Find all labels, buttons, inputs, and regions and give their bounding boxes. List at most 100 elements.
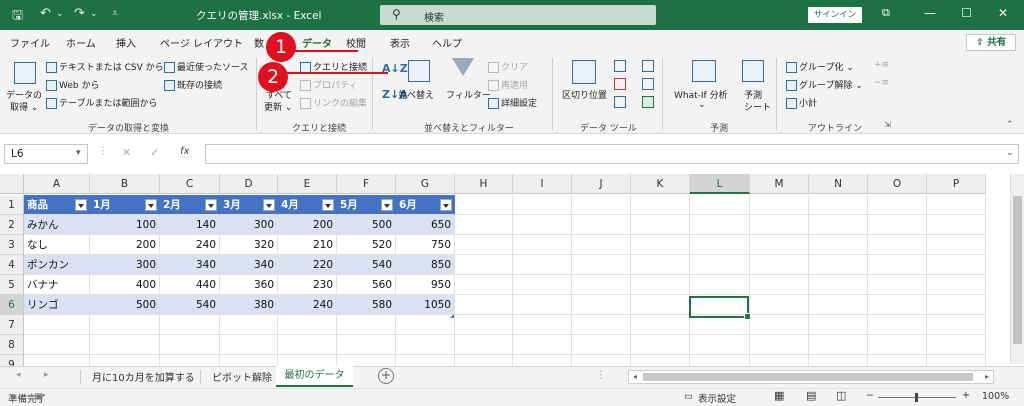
zoom-out-icon[interactable]: − [866, 390, 874, 401]
empty-cell[interactable] [927, 315, 986, 335]
empty-cell[interactable] [455, 275, 513, 295]
empty-cell[interactable] [690, 195, 750, 215]
table-row-cell[interactable]: 300 [90, 255, 160, 275]
empty-cell[interactable] [396, 315, 455, 335]
empty-cell[interactable] [572, 335, 631, 355]
table-row-cell[interactable]: ポンカン [24, 255, 90, 275]
table-row-cell[interactable]: 240 [278, 295, 337, 315]
redo-dropdown-icon[interactable]: ⌄ [90, 9, 98, 19]
table-row-cell[interactable]: 500 [90, 295, 160, 315]
empty-cell[interactable] [220, 315, 278, 335]
table-row-cell[interactable]: なし [24, 235, 90, 255]
sheet-scroll-right-icon[interactable]: ▸ [44, 370, 49, 380]
clear-filter-button[interactable]: クリア [488, 60, 528, 73]
filter-dropdown-icon[interactable] [381, 199, 393, 211]
empty-cell[interactable] [927, 295, 986, 315]
from-table-range-button[interactable]: テーブルまたは範囲から [46, 96, 157, 109]
empty-cell[interactable] [572, 235, 631, 255]
empty-cell[interactable] [513, 235, 572, 255]
page-layout-view-icon[interactable]: ▤ [806, 389, 816, 402]
empty-cell[interactable] [631, 235, 690, 255]
close-icon[interactable]: ✕ [998, 6, 1008, 20]
empty-cell[interactable] [750, 195, 809, 215]
empty-cell[interactable] [631, 255, 690, 275]
empty-cell[interactable] [513, 195, 572, 215]
refresh-all-label2[interactable]: 更新 ⌄ [264, 100, 292, 113]
table-header-cell[interactable]: 4月 [278, 195, 337, 215]
empty-cell[interactable] [90, 335, 160, 355]
empty-cell[interactable] [513, 255, 572, 275]
vertical-scroll-thumb[interactable] [1013, 196, 1022, 344]
empty-cell[interactable] [455, 255, 513, 275]
display-settings-button[interactable]: 表示設定 [698, 391, 736, 405]
empty-cell[interactable] [750, 335, 809, 355]
remove-duplicates-icon[interactable] [614, 78, 626, 90]
table-row-cell[interactable]: 300 [220, 215, 278, 235]
empty-cell[interactable] [868, 195, 927, 215]
empty-cell[interactable] [160, 315, 220, 335]
empty-cell[interactable] [750, 275, 809, 295]
zoom-slider-thumb[interactable] [915, 393, 918, 402]
empty-cell[interactable] [513, 315, 572, 335]
redo-icon[interactable]: ↷ [74, 6, 85, 21]
horizontal-scroll-thumb[interactable] [643, 373, 973, 381]
select-all-corner[interactable] [0, 174, 24, 194]
empty-cell[interactable] [868, 215, 927, 235]
empty-cell[interactable] [750, 255, 809, 275]
table-row-cell[interactable]: 220 [278, 255, 337, 275]
empty-cell[interactable] [455, 235, 513, 255]
empty-cell[interactable] [927, 215, 986, 235]
table-row-cell[interactable]: 560 [337, 275, 396, 295]
filter-dropdown-icon[interactable] [322, 199, 334, 211]
column-header-g[interactable]: G [396, 174, 455, 194]
relationships-icon[interactable] [642, 78, 654, 90]
empty-cell[interactable] [868, 315, 927, 335]
share-button[interactable]: ⇪ 共有 [966, 34, 1016, 51]
undo-dropdown-icon[interactable]: ⌄ [56, 9, 64, 19]
subtotal-button[interactable]: 小計 [786, 96, 817, 109]
tab-data[interactable]: データ [302, 35, 332, 50]
forecast-sheet-label2[interactable]: シート [744, 100, 771, 113]
column-header-f[interactable]: F [337, 174, 396, 194]
column-header-p[interactable]: P [927, 174, 986, 194]
filter-dropdown-icon[interactable] [145, 199, 157, 211]
sheet-tab-add-10-months[interactable]: 月に10カ月を加算する [92, 369, 195, 384]
column-header-i[interactable]: I [513, 174, 572, 194]
empty-cell[interactable] [337, 315, 396, 335]
table-header-cell[interactable]: 1月 [90, 195, 160, 215]
filter-dropdown-icon[interactable] [440, 199, 452, 211]
data-model-icon[interactable] [642, 96, 654, 108]
empty-cell[interactable] [513, 215, 572, 235]
reapply-button[interactable]: 再適用 [488, 78, 528, 91]
empty-cell[interactable] [809, 195, 868, 215]
scroll-right-icon[interactable]: ▸ [981, 371, 993, 383]
table-header-cell[interactable]: 商品 [24, 195, 90, 215]
row-header-1[interactable]: 1 [0, 195, 24, 215]
table-row-cell[interactable]: 340 [220, 255, 278, 275]
insert-function-icon[interactable]: fx [180, 146, 189, 157]
horizontal-scrollbar[interactable]: ◂ ▸ [628, 370, 994, 384]
empty-cell[interactable] [690, 255, 750, 275]
ungroup-button[interactable]: グループ解除 ⌄ [786, 78, 863, 91]
empty-cell[interactable] [690, 335, 750, 355]
empty-cell[interactable] [809, 335, 868, 355]
tab-home[interactable]: ホーム [66, 35, 96, 50]
empty-cell[interactable] [690, 235, 750, 255]
empty-cell[interactable] [809, 275, 868, 295]
table-row-cell[interactable]: 520 [337, 235, 396, 255]
undo-icon[interactable]: ↶ [40, 6, 51, 21]
column-header-k[interactable]: K [631, 174, 690, 194]
filter-dropdown-icon[interactable] [263, 199, 275, 211]
formula-input[interactable] [205, 144, 1019, 164]
empty-cell[interactable] [278, 335, 337, 355]
active-cell-selection[interactable] [689, 296, 751, 320]
sheet-tab-unpivot[interactable]: ピボット解除 [212, 369, 272, 384]
empty-cell[interactable] [809, 315, 868, 335]
row-header-3[interactable]: 3 [0, 235, 24, 255]
row-header-8[interactable]: 8 [0, 335, 24, 355]
column-header-c[interactable]: C [160, 174, 220, 194]
from-web-button[interactable]: Web から [46, 78, 99, 91]
empty-cell[interactable] [220, 335, 278, 355]
row-header-2[interactable]: 2 [0, 215, 24, 235]
column-header-o[interactable]: O [868, 174, 927, 194]
